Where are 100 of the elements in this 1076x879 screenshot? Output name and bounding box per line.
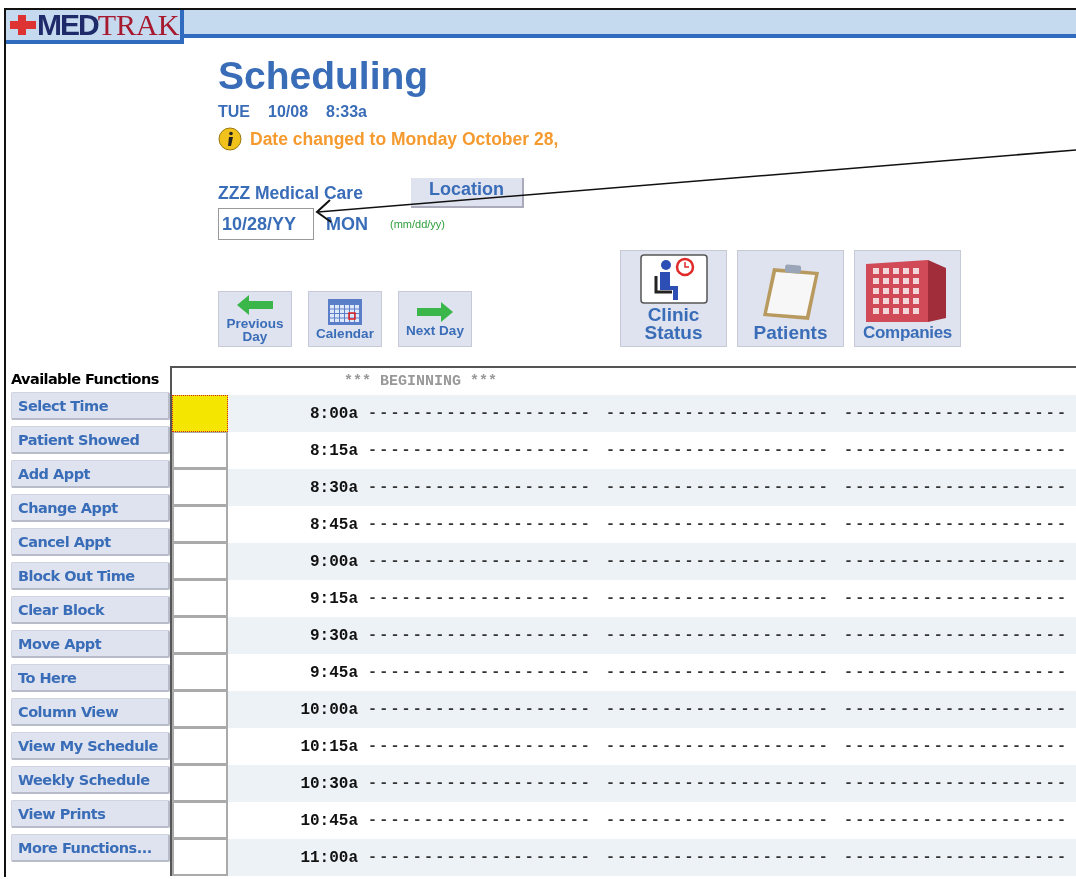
time-label: 9:45a <box>309 663 359 682</box>
empty-slot[interactable]: -------------------- <box>606 775 831 792</box>
empty-slot[interactable]: -------------------- <box>368 405 593 422</box>
current-day: TUE <box>218 103 250 121</box>
function-button[interactable]: Select Time <box>11 392 170 420</box>
cross-icon <box>10 15 36 35</box>
time-select-cell[interactable] <box>172 432 228 469</box>
function-button[interactable]: Block Out Time <box>11 562 170 590</box>
left-arrow-icon <box>237 295 273 315</box>
function-button[interactable]: View Prints <box>11 800 170 828</box>
empty-slot[interactable]: -------------------- <box>844 553 1069 570</box>
function-button[interactable]: More Functions... <box>11 834 170 862</box>
empty-slot[interactable]: -------------------- <box>368 664 593 681</box>
empty-slot[interactable]: -------------------- <box>606 553 831 570</box>
time-label: 10:00a <box>299 700 359 719</box>
empty-slot[interactable]: -------------------- <box>606 812 831 829</box>
empty-slot[interactable]: -------------------- <box>368 812 593 829</box>
date-format-hint: (mm/dd/yy) <box>390 218 445 230</box>
empty-slot[interactable]: -------------------- <box>606 627 831 644</box>
current-time: 8:33a <box>326 103 367 121</box>
empty-slot[interactable]: -------------------- <box>368 849 593 866</box>
empty-slot[interactable]: -------------------- <box>368 590 593 607</box>
empty-slot[interactable]: -------------------- <box>844 516 1069 533</box>
empty-slot[interactable]: -------------------- <box>368 775 593 792</box>
time-label: 11:00a <box>299 848 359 867</box>
sidebar-heading: Available Functions <box>11 371 160 387</box>
time-select-cell[interactable] <box>172 765 228 802</box>
empty-slot[interactable]: -------------------- <box>368 442 593 459</box>
empty-slot[interactable]: -------------------- <box>606 405 831 422</box>
clinic-status-button[interactable]: Clinic Status <box>620 250 727 347</box>
empty-slot[interactable]: -------------------- <box>844 812 1069 829</box>
current-date: 10/08 <box>268 103 309 121</box>
empty-slot[interactable]: -------------------- <box>844 442 1069 459</box>
seated-person-clock-icon <box>639 254 708 304</box>
function-button[interactable]: Cancel Appt <box>11 528 170 556</box>
function-button[interactable]: Add Appt <box>11 460 170 488</box>
function-button[interactable]: To Here <box>11 664 170 692</box>
right-arrow-icon <box>417 301 453 322</box>
empty-slot[interactable]: -------------------- <box>606 849 831 866</box>
time-select-cell[interactable] <box>172 728 228 765</box>
time-label: 10:30a <box>299 774 359 793</box>
empty-slot[interactable]: -------------------- <box>844 738 1069 755</box>
empty-slot[interactable]: -------------------- <box>844 590 1069 607</box>
empty-slot[interactable]: -------------------- <box>844 405 1069 422</box>
empty-slot[interactable]: -------------------- <box>844 664 1069 681</box>
empty-slot[interactable]: -------------------- <box>606 590 831 607</box>
empty-slot[interactable]: -------------------- <box>844 775 1069 792</box>
function-button[interactable]: Patient Showed <box>11 426 170 454</box>
next-day-button[interactable]: Next Day <box>398 291 472 347</box>
empty-slot[interactable]: -------------------- <box>606 479 831 496</box>
time-select-cell[interactable] <box>172 543 228 580</box>
time-select-cell[interactable] <box>172 580 228 617</box>
empty-slot[interactable]: -------------------- <box>606 701 831 718</box>
time-select-cell[interactable] <box>172 691 228 728</box>
schedule-header: *** BEGINNING *** <box>344 373 498 390</box>
time-label: 8:15a <box>309 441 359 460</box>
empty-slot[interactable]: -------------------- <box>844 627 1069 644</box>
notice-message: Date changed to Monday October 28, <box>250 128 559 150</box>
empty-slot[interactable]: -------------------- <box>844 849 1069 866</box>
time-label: 8:45a <box>309 515 359 534</box>
date-field[interactable]: 10/28/YY <box>218 208 314 240</box>
calendar-button[interactable]: Calendar <box>308 291 382 347</box>
time-label: 9:30a <box>309 626 359 645</box>
function-button[interactable]: Change Appt <box>11 494 170 522</box>
calendar-icon <box>328 298 362 325</box>
time-label: 10:45a <box>299 811 359 830</box>
time-select-cell[interactable] <box>172 469 228 506</box>
time-select-cell[interactable] <box>172 839 228 876</box>
empty-slot[interactable]: -------------------- <box>606 738 831 755</box>
empty-slot[interactable]: -------------------- <box>606 664 831 681</box>
time-select-cell[interactable] <box>172 617 228 654</box>
empty-slot[interactable]: -------------------- <box>368 516 593 533</box>
function-button[interactable]: Clear Block <box>11 596 170 624</box>
location-button[interactable]: Location <box>410 178 524 208</box>
location-name: ZZZ Medical Care <box>218 182 363 204</box>
time-select-cell[interactable] <box>172 506 228 543</box>
info-icon <box>218 127 242 151</box>
empty-slot[interactable]: -------------------- <box>844 479 1069 496</box>
time-select-cell[interactable] <box>172 802 228 839</box>
empty-slot[interactable]: -------------------- <box>368 701 593 718</box>
time-select-cell[interactable] <box>172 654 228 691</box>
time-label: 9:00a <box>309 552 359 571</box>
time-select-cell[interactable] <box>172 395 228 432</box>
patients-button[interactable]: Patients <box>737 250 844 347</box>
companies-button[interactable]: Companies <box>854 250 961 347</box>
function-button[interactable]: Move Appt <box>11 630 170 658</box>
empty-slot[interactable]: -------------------- <box>606 516 831 533</box>
time-label: 8:00a <box>309 404 359 423</box>
empty-slot[interactable]: -------------------- <box>368 553 593 570</box>
function-button[interactable]: Weekly Schedule <box>11 766 170 794</box>
empty-slot[interactable]: -------------------- <box>368 627 593 644</box>
logo: MEDTRAK <box>37 10 180 40</box>
time-label: 10:15a <box>299 737 359 756</box>
empty-slot[interactable]: -------------------- <box>368 479 593 496</box>
function-button[interactable]: Column View <box>11 698 170 726</box>
function-button[interactable]: View My Schedule <box>11 732 170 760</box>
empty-slot[interactable]: -------------------- <box>844 701 1069 718</box>
empty-slot[interactable]: -------------------- <box>368 738 593 755</box>
previous-day-button[interactable]: Previous Day <box>218 291 292 347</box>
empty-slot[interactable]: -------------------- <box>606 442 831 459</box>
